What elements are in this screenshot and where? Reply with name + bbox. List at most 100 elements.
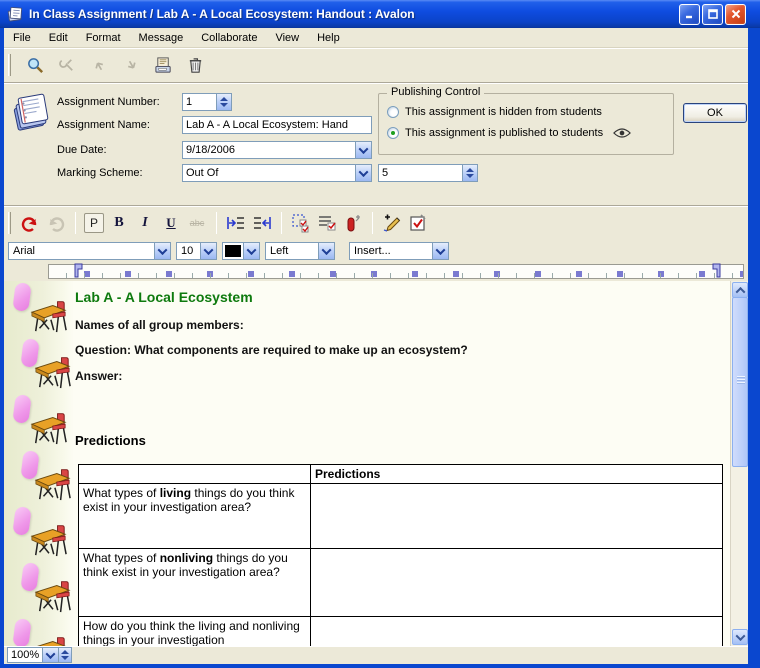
predictions-table: Predictions What types of living things … bbox=[78, 464, 723, 646]
assignment-number-label: Assignment Number: bbox=[57, 96, 160, 108]
menu-message[interactable]: Message bbox=[130, 30, 193, 46]
alignment-dropdown[interactable]: Left bbox=[265, 242, 335, 260]
italic-button[interactable]: I bbox=[134, 212, 156, 234]
menu-edit[interactable]: Edit bbox=[40, 30, 77, 46]
checklist-icon[interactable] bbox=[316, 212, 338, 234]
font-toolbar: Arial 10 Left Insert... bbox=[4, 240, 748, 262]
radio-hidden-icon[interactable] bbox=[387, 106, 399, 118]
assignment-name-value: Lab A - A Local Ecosystem: Hand bbox=[183, 117, 371, 133]
menu-view[interactable]: View bbox=[266, 30, 308, 46]
question-line: Question: What components are required t… bbox=[75, 343, 730, 357]
font-family-chevron-icon[interactable] bbox=[154, 243, 170, 259]
assignment-stack-icon bbox=[10, 90, 54, 134]
search-icon[interactable] bbox=[23, 53, 47, 77]
paragraph-style-button[interactable]: P bbox=[84, 213, 104, 233]
delete-icon[interactable] bbox=[183, 53, 207, 77]
predictions-heading: Predictions bbox=[75, 433, 730, 448]
undo-icon[interactable] bbox=[19, 212, 41, 234]
form-field-icon[interactable] bbox=[290, 212, 312, 234]
strikethrough-button: abc bbox=[186, 212, 208, 234]
vertical-scrollbar[interactable] bbox=[730, 281, 748, 646]
font-family-dropdown[interactable]: Arial bbox=[8, 242, 171, 260]
due-date-chevron-icon[interactable] bbox=[355, 142, 371, 158]
publish-radio-hidden[interactable]: This assignment is hidden from students bbox=[387, 106, 602, 118]
scroll-up-icon[interactable] bbox=[732, 282, 748, 298]
ok-button[interactable]: OK bbox=[683, 103, 747, 123]
underline-label: U bbox=[166, 215, 175, 231]
alignment-value: Left bbox=[266, 243, 318, 259]
format-toolbar-grip[interactable] bbox=[8, 212, 11, 234]
ruler[interactable] bbox=[48, 264, 744, 279]
table-row: How do you think the living and nonlivin… bbox=[79, 617, 723, 647]
marking-points-value: 5 bbox=[379, 165, 462, 181]
paragraph-style-label: P bbox=[90, 216, 98, 230]
underline-button[interactable]: U bbox=[160, 212, 182, 234]
marking-scheme-label: Marking Scheme: bbox=[57, 167, 143, 179]
publish-radio-published[interactable]: This assignment is published to students bbox=[387, 127, 631, 139]
menu-file[interactable]: File bbox=[4, 30, 40, 46]
font-size-dropdown[interactable]: 10 bbox=[176, 242, 217, 260]
insert-chevron-icon[interactable] bbox=[432, 243, 448, 259]
marking-points-spin-buttons[interactable] bbox=[462, 165, 477, 181]
ruler-band bbox=[4, 262, 748, 281]
answer-cell[interactable] bbox=[311, 617, 723, 647]
question-cell: How do you think the living and nonlivin… bbox=[79, 617, 311, 647]
toolbar-grip[interactable] bbox=[8, 54, 11, 76]
maximize-button[interactable] bbox=[702, 4, 723, 25]
answer-cell[interactable] bbox=[311, 484, 723, 549]
ruler-left-margin-marker[interactable] bbox=[74, 263, 83, 278]
indent-decrease-icon[interactable] bbox=[251, 212, 273, 234]
marking-scheme-dropdown[interactable]: Out Of bbox=[182, 164, 372, 182]
bold-button[interactable]: B bbox=[108, 212, 130, 234]
menu-collaborate[interactable]: Collaborate bbox=[192, 30, 266, 46]
ruler-right-margin-marker[interactable] bbox=[712, 263, 721, 278]
ok-button-label: OK bbox=[707, 107, 723, 119]
minimize-button[interactable] bbox=[679, 4, 700, 25]
zoom-value: 100% bbox=[8, 648, 42, 662]
assignment-form-panel: Assignment Number: 1 Assignment Name: La… bbox=[4, 83, 748, 205]
assignment-number-stepper[interactable]: 1 bbox=[182, 93, 232, 111]
redo-icon bbox=[45, 212, 67, 234]
font-color-dropdown[interactable] bbox=[222, 242, 260, 260]
scrollbar-thumb[interactable] bbox=[732, 297, 748, 467]
answer-cell[interactable] bbox=[311, 549, 723, 617]
bold-label: B bbox=[114, 215, 123, 231]
menu-help[interactable]: Help bbox=[308, 30, 349, 46]
zoom-chevron-icon[interactable] bbox=[42, 648, 58, 662]
assignment-window-icon bbox=[6, 5, 24, 23]
strikethrough-label: abc bbox=[190, 218, 205, 228]
title-bar: In Class Assignment / Lab A - A Local Ec… bbox=[0, 0, 760, 28]
zoom-spin-buttons[interactable] bbox=[58, 648, 71, 662]
menu-format[interactable]: Format bbox=[77, 30, 130, 46]
quick-mark-icon[interactable] bbox=[342, 212, 364, 234]
publish-published-label: This assignment is published to students bbox=[405, 127, 603, 139]
due-date-value: 9/18/2006 bbox=[183, 142, 355, 158]
font-size-chevron-icon[interactable] bbox=[200, 243, 216, 259]
application-window: In Class Assignment / Lab A - A Local Ec… bbox=[0, 0, 760, 668]
marking-points-stepper[interactable]: 5 bbox=[378, 164, 478, 182]
add-annotation-icon[interactable] bbox=[381, 212, 403, 234]
radio-published-icon[interactable] bbox=[387, 127, 399, 139]
approve-document-icon[interactable] bbox=[407, 212, 429, 234]
marking-scheme-chevron-icon[interactable] bbox=[355, 165, 371, 181]
question-cell: What types of nonliving things do you th… bbox=[79, 549, 311, 617]
scroll-down-icon[interactable] bbox=[732, 629, 748, 645]
font-color-chevron-icon[interactable] bbox=[243, 243, 259, 259]
due-date-dropdown[interactable]: 9/18/2006 bbox=[182, 141, 372, 159]
header-cell-predictions: Predictions bbox=[311, 465, 723, 484]
next-icon bbox=[119, 53, 143, 77]
font-size-value: 10 bbox=[177, 243, 200, 259]
marking-scheme-value: Out Of bbox=[183, 165, 355, 181]
insert-dropdown[interactable]: Insert... bbox=[349, 242, 449, 260]
print-icon[interactable] bbox=[151, 53, 175, 77]
header-cell-empty bbox=[79, 465, 311, 484]
document-body[interactable]: Lab A - A Local Ecosystem Names of all g… bbox=[4, 281, 730, 646]
indent-increase-icon[interactable] bbox=[225, 212, 247, 234]
assignment-number-spin-buttons[interactable] bbox=[216, 94, 231, 110]
publish-hidden-label: This assignment is hidden from students bbox=[405, 106, 602, 118]
close-button[interactable] bbox=[725, 4, 746, 25]
tools-icon bbox=[55, 53, 79, 77]
alignment-chevron-icon[interactable] bbox=[318, 243, 334, 259]
zoom-control[interactable]: 100% bbox=[7, 647, 72, 663]
assignment-name-field[interactable]: Lab A - A Local Ecosystem: Hand bbox=[182, 116, 372, 134]
